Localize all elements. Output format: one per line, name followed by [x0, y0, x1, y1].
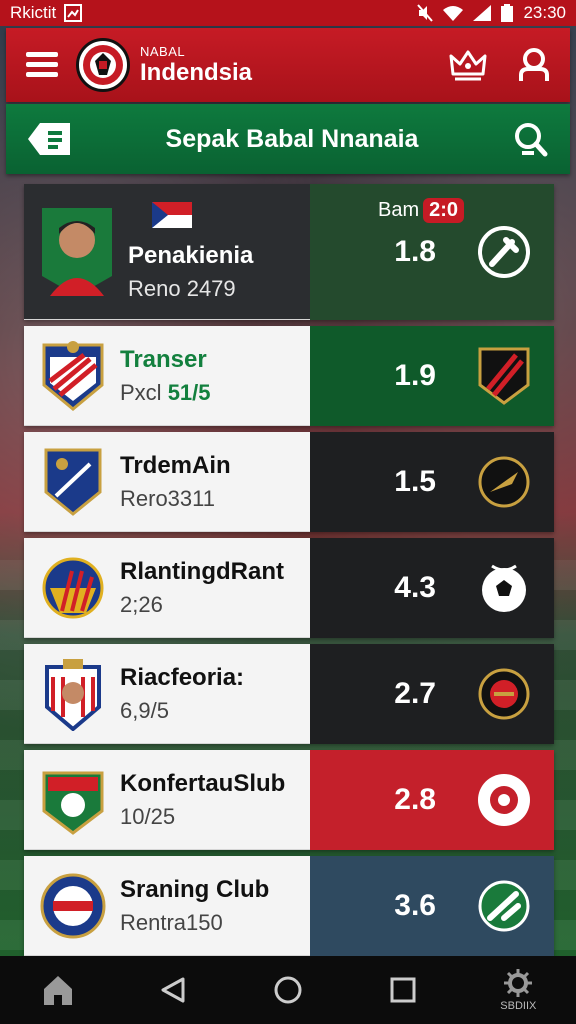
whistle-icon[interactable]: [476, 878, 532, 934]
menu-button[interactable]: [22, 45, 62, 85]
club-name: RlantingdRant: [120, 557, 284, 585]
table-row[interactable]: KonfertauSlub 10/25 2.8: [24, 750, 554, 850]
club-crest: [40, 763, 106, 837]
news-button[interactable]: [24, 117, 76, 161]
whistle-icon[interactable]: [476, 224, 532, 280]
app-header: NABAL Indendsia: [6, 28, 570, 102]
back-icon: [161, 977, 185, 1003]
signal-icon: [473, 5, 492, 21]
club-badge-icon[interactable]: [476, 666, 532, 722]
battery-icon: [501, 4, 514, 22]
search-button[interactable]: [508, 117, 552, 161]
odds-value: 2.8: [394, 783, 436, 816]
crown-icon: [449, 50, 487, 81]
home-button[interactable]: [28, 962, 88, 1018]
search-icon: [515, 123, 548, 157]
section-header: Sepak Babal Nnanaia: [6, 104, 570, 174]
club-name: KonfertauSlub: [120, 769, 286, 797]
recents-icon: [390, 977, 416, 1003]
match-list: Penakienia Reno 2479 Bam 2:0 1.8 Transer…: [24, 184, 554, 962]
app-title: Indendsia: [140, 58, 253, 86]
club-crest: [40, 657, 106, 731]
wifi-icon: [443, 5, 464, 21]
football-icon[interactable]: [476, 560, 532, 616]
player-avatar: [40, 206, 114, 298]
table-row[interactable]: Riacfeoria: 6,9/5 2.7: [24, 644, 554, 744]
club-name: Sraning Club: [120, 875, 270, 903]
menu-icon: [26, 52, 58, 77]
club-name: TrdemAin: [120, 451, 231, 479]
system-nav-bar: SBDIIX: [0, 956, 576, 1024]
odds-value: 1.5: [394, 465, 436, 498]
club-crest: [40, 869, 106, 943]
club-badge-icon[interactable]: [476, 454, 532, 510]
club-detail-accent: 51/5: [167, 379, 211, 405]
score-caption: Bam: [378, 199, 420, 221]
trophy-button[interactable]: [448, 45, 488, 85]
app-logo: [76, 38, 130, 92]
club-detail: Rentra150: [120, 909, 223, 935]
notification-icon: [64, 4, 83, 22]
club-detail: 6,9/5: [120, 697, 169, 723]
user-icon: [519, 48, 549, 81]
table-row[interactable]: RlantingdRant 2;26 4.3: [24, 538, 554, 638]
carrier-label: Rkictit: [10, 3, 57, 22]
clock: 23:30: [523, 3, 566, 22]
club-badge-icon[interactable]: [476, 347, 532, 405]
table-row[interactable]: TrdemAin Rero3311 1.5: [24, 432, 554, 532]
app-subtitle: NABAL: [140, 43, 186, 59]
club-name: Transer: [120, 345, 207, 373]
settings-icon: [504, 969, 533, 997]
settings-label: SBDIIX: [500, 1000, 537, 1012]
home-icon: [43, 976, 72, 1005]
odds-value: 3.6: [394, 889, 436, 922]
status-bar: Rkictit 23:30: [0, 0, 576, 26]
home-circle-icon: [274, 976, 302, 1004]
shield-icon[interactable]: [476, 772, 532, 828]
mute-icon: [417, 4, 434, 22]
club-crest: [40, 445, 106, 519]
player-name: Penakienia: [128, 241, 254, 269]
player-detail: Reno 2479: [128, 275, 236, 301]
odds-value: 4.3: [394, 571, 436, 604]
club-crest: [40, 339, 106, 413]
home-circle-button[interactable]: [258, 962, 318, 1018]
club-detail: Rero3311: [120, 485, 215, 511]
back-button[interactable]: [143, 962, 203, 1018]
club-detail-prefix: Pxcl: [120, 379, 162, 405]
odds-value: 1.9: [394, 359, 436, 392]
odds-value: 1.8: [394, 235, 436, 268]
score-label: Bam 2:0: [378, 198, 465, 223]
settings-button[interactable]: SBDIIX: [488, 962, 548, 1018]
news-icon: [28, 123, 70, 155]
club-name: Riacfeoria:: [120, 663, 245, 691]
flag-icon: [152, 202, 192, 233]
club-crest: [40, 551, 106, 625]
odds-value: 2.7: [394, 677, 436, 710]
recents-button[interactable]: [373, 962, 433, 1018]
table-row[interactable]: Transer Pxcl 51/5 1.9: [24, 326, 554, 426]
club-detail: 2;26: [120, 591, 163, 617]
profile-button[interactable]: [514, 45, 554, 85]
score-badge: 2:0: [423, 198, 465, 223]
club-detail: 10/25: [120, 803, 176, 829]
table-row[interactable]: Penakienia Reno 2479 Bam 2:0 1.8: [24, 184, 554, 320]
table-row[interactable]: Sraning Club Rentra150 3.6: [24, 856, 554, 956]
section-title: Sepak Babal Nnanaia: [165, 124, 419, 153]
